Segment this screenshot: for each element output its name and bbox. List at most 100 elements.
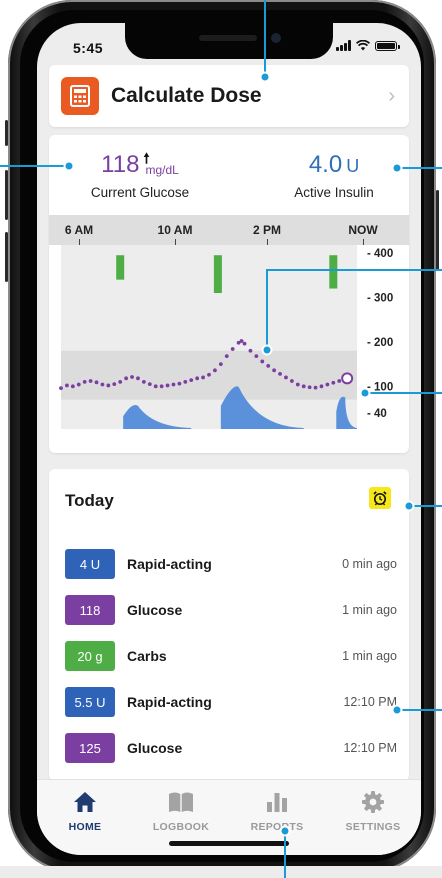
glucose-point [165,383,170,388]
glucose-point [195,376,200,381]
log-entry[interactable]: 5.5 U Rapid-acting 12:10 PM [65,679,397,725]
glucose-point [112,382,117,387]
wifi-icon [356,40,370,51]
callout-dot [259,71,271,83]
log-name: Glucose [127,602,183,618]
status-time: 5:45 [73,40,104,56]
glucose-point [224,354,229,359]
active-insulin-label: Active Insulin [294,185,374,200]
log-entry[interactable]: 118 Glucose 1 min ago [65,587,397,633]
glucose-point [153,384,158,389]
glucose-point [189,378,194,383]
carb-bar [329,255,338,289]
glucose-point [100,382,105,387]
callout-dot [63,160,75,172]
calculate-dose-label: Calculate Dose [111,84,262,107]
y-tick-label: - 40 [367,408,387,420]
glucose-point [65,383,69,388]
glucose-point [260,359,265,364]
glucose-point [295,382,300,387]
carb-bar [213,255,222,293]
log-time: 0 min ago [342,557,397,571]
log-name: Carbs [127,648,167,664]
current-glucose-label: Current Glucose [90,185,190,200]
glucose-point [183,379,188,384]
glucose-point [325,382,330,387]
glucose-point [201,375,205,380]
log-badge: 4 U [65,549,115,579]
log-badge: 118 [65,595,115,625]
log-badge: 5.5 U [65,687,115,717]
callout-line [0,165,68,167]
callout-line [266,269,268,350]
glucose-point [331,380,336,385]
log-name: Rapid-acting [127,556,212,572]
glucose-point [136,376,140,381]
log-badge: 20 g [65,641,115,671]
chevron-right-icon: › [388,84,395,107]
callout-line [284,832,286,878]
insulin-unit: U [346,156,360,176]
signal-icon [336,40,351,51]
log-list: 4 U Rapid-acting 0 min ago 118 Glucose 1… [65,541,397,771]
log-entry[interactable]: 125 Glucose 12:10 PM [65,725,397,771]
carb-bar [116,255,125,280]
glucose-point [337,379,342,383]
y-tick-label: - 200 [367,337,393,349]
tab-label: LOGBOOK [152,821,210,833]
glucose-point [213,368,217,373]
book-icon [168,790,194,814]
calculator-icon [61,77,99,115]
home-icon [72,790,98,814]
today-title: Today [65,491,114,510]
current-glucose-value: 118 [101,151,140,178]
tab-label: SETTINGS [345,821,401,833]
glucose-point [289,379,294,383]
background-band [0,866,442,878]
glucose-point [177,381,182,386]
log-time: 1 min ago [342,603,397,617]
calculate-dose-button[interactable]: Calculate Dose › [49,65,409,127]
glucose-point [207,372,211,377]
log-time: 12:10 PM [343,695,397,709]
callout-dot [261,344,273,356]
glucose-chart[interactable]: - 400- 300- 200- 100- 40 [49,245,409,453]
glucose-point [171,382,176,387]
time-axis: 6 AM 10 AM 2 PM NOW [49,215,409,245]
power-button [436,190,439,270]
glucose-point [82,379,87,384]
active-insulin-stat: 4.0 U Active Insulin [269,151,399,200]
glucose-point [124,376,129,381]
notch [125,23,333,59]
glucose-point [319,384,324,389]
glucose-point [242,341,247,346]
callout-line [398,167,442,169]
front-camera [271,33,281,43]
callout-line [398,709,442,711]
battery-icon [375,41,400,51]
glucose-summary-card[interactable]: 118 🠕 mg/dL Current Glucose 4.0 U Active… [49,135,409,453]
glucose-point [130,375,134,379]
tab-label: REPORTS [250,821,304,833]
status-icons [336,40,400,51]
log-entry[interactable]: 20 g Carbs 1 min ago [65,633,397,679]
tab-settings[interactable]: SETTINGS [325,780,421,855]
glucose-point [94,380,99,385]
current-glucose-stat: 118 🠕 mg/dL Current Glucose [75,151,205,200]
callout-line [410,505,442,507]
tab-home[interactable]: HOME [37,780,133,855]
glucose-point [59,386,63,391]
glucose-point [239,339,244,343]
current-glucose-marker [341,372,354,385]
x-tick-label: 10 AM [157,223,193,237]
log-time: 12:10 PM [343,741,397,755]
glucose-point [88,379,93,383]
glucose-point [70,384,75,389]
callout-line [266,269,442,271]
alarm-clock-icon[interactable] [369,487,391,509]
glucose-point [313,385,318,390]
callout-dot [279,825,291,837]
callout-dot [403,500,415,512]
volume-down-button [5,232,8,282]
log-entry[interactable]: 4 U Rapid-acting 0 min ago [65,541,397,587]
